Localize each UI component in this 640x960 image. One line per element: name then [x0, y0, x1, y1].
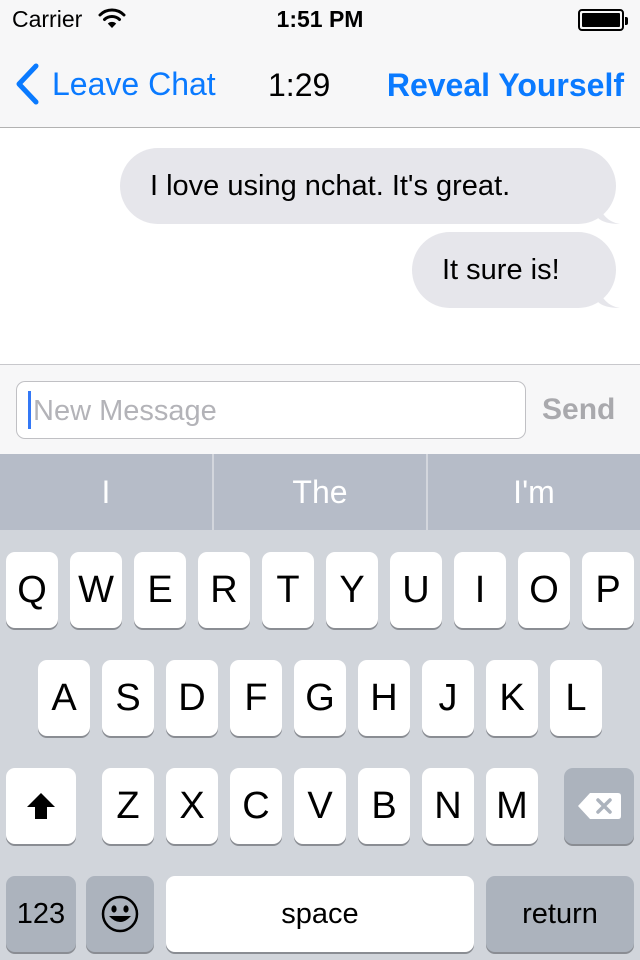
key-h[interactable]: H [358, 660, 410, 736]
bubble-tail [598, 284, 620, 308]
keyboard: Q W E R T Y U I O P A S D F G H J K L Z … [0, 530, 640, 960]
message-text: It sure is! [442, 253, 560, 286]
key-f[interactable]: F [230, 660, 282, 736]
key-m[interactable]: M [486, 768, 538, 844]
space-key[interactable]: space [166, 876, 474, 952]
key-k[interactable]: K [486, 660, 538, 736]
key-l[interactable]: L [550, 660, 602, 736]
key-y[interactable]: Y [326, 552, 378, 628]
key-r[interactable]: R [198, 552, 250, 628]
key-w[interactable]: W [70, 552, 122, 628]
numbers-key[interactable]: 123 [6, 876, 76, 952]
navigation-bar: Leave Chat 1:29 Reveal Yourself [0, 40, 640, 128]
message-bubble: I love using nchat. It's great. [120, 148, 616, 224]
chat-timer: 1:29 [268, 67, 331, 103]
send-button[interactable]: Send [542, 393, 615, 427]
key-o[interactable]: O [518, 552, 570, 628]
shift-arrow-icon [27, 793, 55, 819]
key-v[interactable]: V [294, 768, 346, 844]
message-bubble: It sure is! [412, 232, 616, 308]
key-u[interactable]: U [390, 552, 442, 628]
new-message-input[interactable] [31, 382, 515, 440]
return-key[interactable]: return [486, 876, 634, 952]
prediction-2[interactable]: The [214, 454, 428, 530]
key-d[interactable]: D [166, 660, 218, 736]
key-j[interactable]: J [422, 660, 474, 736]
key-i[interactable]: I [454, 552, 506, 628]
key-a[interactable]: A [38, 660, 90, 736]
message-field-container [16, 381, 526, 440]
composer-bar: Send [0, 364, 640, 454]
status-bar: Carrier 1:51 PM [0, 0, 640, 40]
prediction-1[interactable]: I [0, 454, 214, 530]
chevron-left-icon [16, 63, 39, 105]
predictive-bar: I The I'm [0, 454, 640, 530]
key-x[interactable]: X [166, 768, 218, 844]
key-b[interactable]: B [358, 768, 410, 844]
key-n[interactable]: N [422, 768, 474, 844]
key-e[interactable]: E [134, 552, 186, 628]
delete-key[interactable] [564, 768, 634, 844]
prediction-3[interactable]: I'm [428, 454, 640, 530]
emoji-key[interactable] [86, 876, 154, 952]
key-g[interactable]: G [294, 660, 346, 736]
status-time: 1:51 PM [276, 6, 364, 32]
reveal-yourself-button[interactable]: Reveal Yourself [387, 67, 624, 104]
bubble-tail [598, 200, 620, 224]
shift-key[interactable] [6, 768, 76, 844]
delete-backspace-icon [578, 793, 621, 819]
key-t[interactable]: T [262, 552, 314, 628]
message-text: I love using nchat. It's great. [150, 169, 511, 202]
key-c[interactable]: C [230, 768, 282, 844]
leave-chat-label: Leave Chat [52, 65, 216, 102]
emoji-smiley-icon [101, 895, 139, 933]
leave-chat-button[interactable]: Leave Chat [14, 62, 216, 106]
key-z[interactable]: Z [102, 768, 154, 844]
battery-icon [578, 9, 628, 31]
key-s[interactable]: S [102, 660, 154, 736]
key-p[interactable]: P [582, 552, 634, 628]
key-q[interactable]: Q [6, 552, 58, 628]
